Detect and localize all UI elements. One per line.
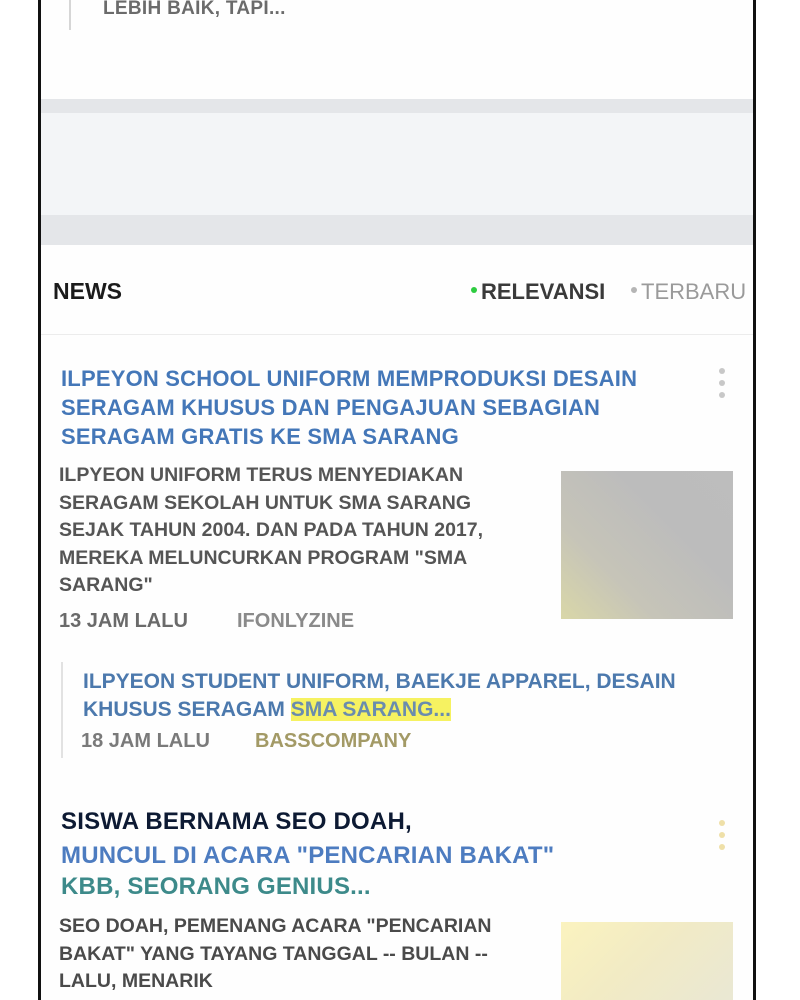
- article-2-snippet[interactable]: SEO DOAH, PEMENANG ACARA "PENCARIAN BAKA…: [59, 913, 539, 996]
- article-1-headline[interactable]: ILPEYON SCHOOL UNIFORM MEMPRODUKSI DESAI…: [61, 364, 691, 451]
- related-article-title[interactable]: ILPYEON STUDENT UNIFORM, BAEKJE APPAREL,…: [83, 668, 683, 724]
- sort-terbaru-tab[interactable]: TERBARU: [631, 279, 746, 305]
- article-1-thumbnail[interactable]: [561, 471, 733, 619]
- phone-screen: LEBIH BAIK, TAPI... NEWS RELEVANSI TERBA…: [38, 0, 756, 1000]
- news-header: NEWS RELEVANSI TERBARU: [41, 262, 753, 335]
- related-article-time: 18 JAM LALU: [81, 730, 210, 752]
- article-2-headline-part-b: KBB, SEORANG GENIUS...: [61, 873, 371, 900]
- article-2-headline-part-a: MUNCUL DI ACARA "PENCARIAN BAKAT": [61, 842, 555, 869]
- article-1-more-options-icon[interactable]: [719, 368, 725, 404]
- inactive-dot-icon: [631, 287, 637, 294]
- article-2-headline-line2[interactable]: MUNCUL DI ACARA "PENCARIAN BAKAT" KBB, SE…: [61, 840, 691, 902]
- section-divider: [41, 99, 753, 245]
- related-title-highlight: SMA SARANG...: [290, 698, 451, 721]
- sort-relevansi-tab[interactable]: RELEVANSI: [471, 279, 605, 305]
- previous-snippet-text: LEBIH BAIK, TAPI...: [103, 0, 286, 19]
- article-2-headline-line1[interactable]: SISWA BERNAMA SEO DOAH,: [61, 806, 691, 838]
- divider-stripe-bottom: [41, 215, 753, 245]
- article-1-time: 13 JAM LALU: [59, 610, 188, 632]
- divider-stripe-top: [41, 99, 753, 113]
- article-1-snippet[interactable]: ILPYEON UNIFORM TERUS MENYEDIAKAN SERAGA…: [59, 462, 539, 600]
- article-2-thumbnail[interactable]: [561, 922, 733, 1000]
- active-dot-icon: [471, 287, 477, 294]
- related-article-source[interactable]: BASSCOMPANY: [255, 730, 411, 753]
- news-section-title: NEWS: [53, 278, 122, 304]
- sort-terbaru-label: TERBARU: [641, 279, 747, 304]
- article-2-more-options-icon[interactable]: [719, 820, 725, 856]
- sort-relevansi-label: RELEVANSI: [481, 279, 606, 304]
- previous-item-snippet[interactable]: LEBIH BAIK, TAPI...: [69, 0, 711, 30]
- article-1-source[interactable]: IFONLYZINE: [237, 610, 354, 633]
